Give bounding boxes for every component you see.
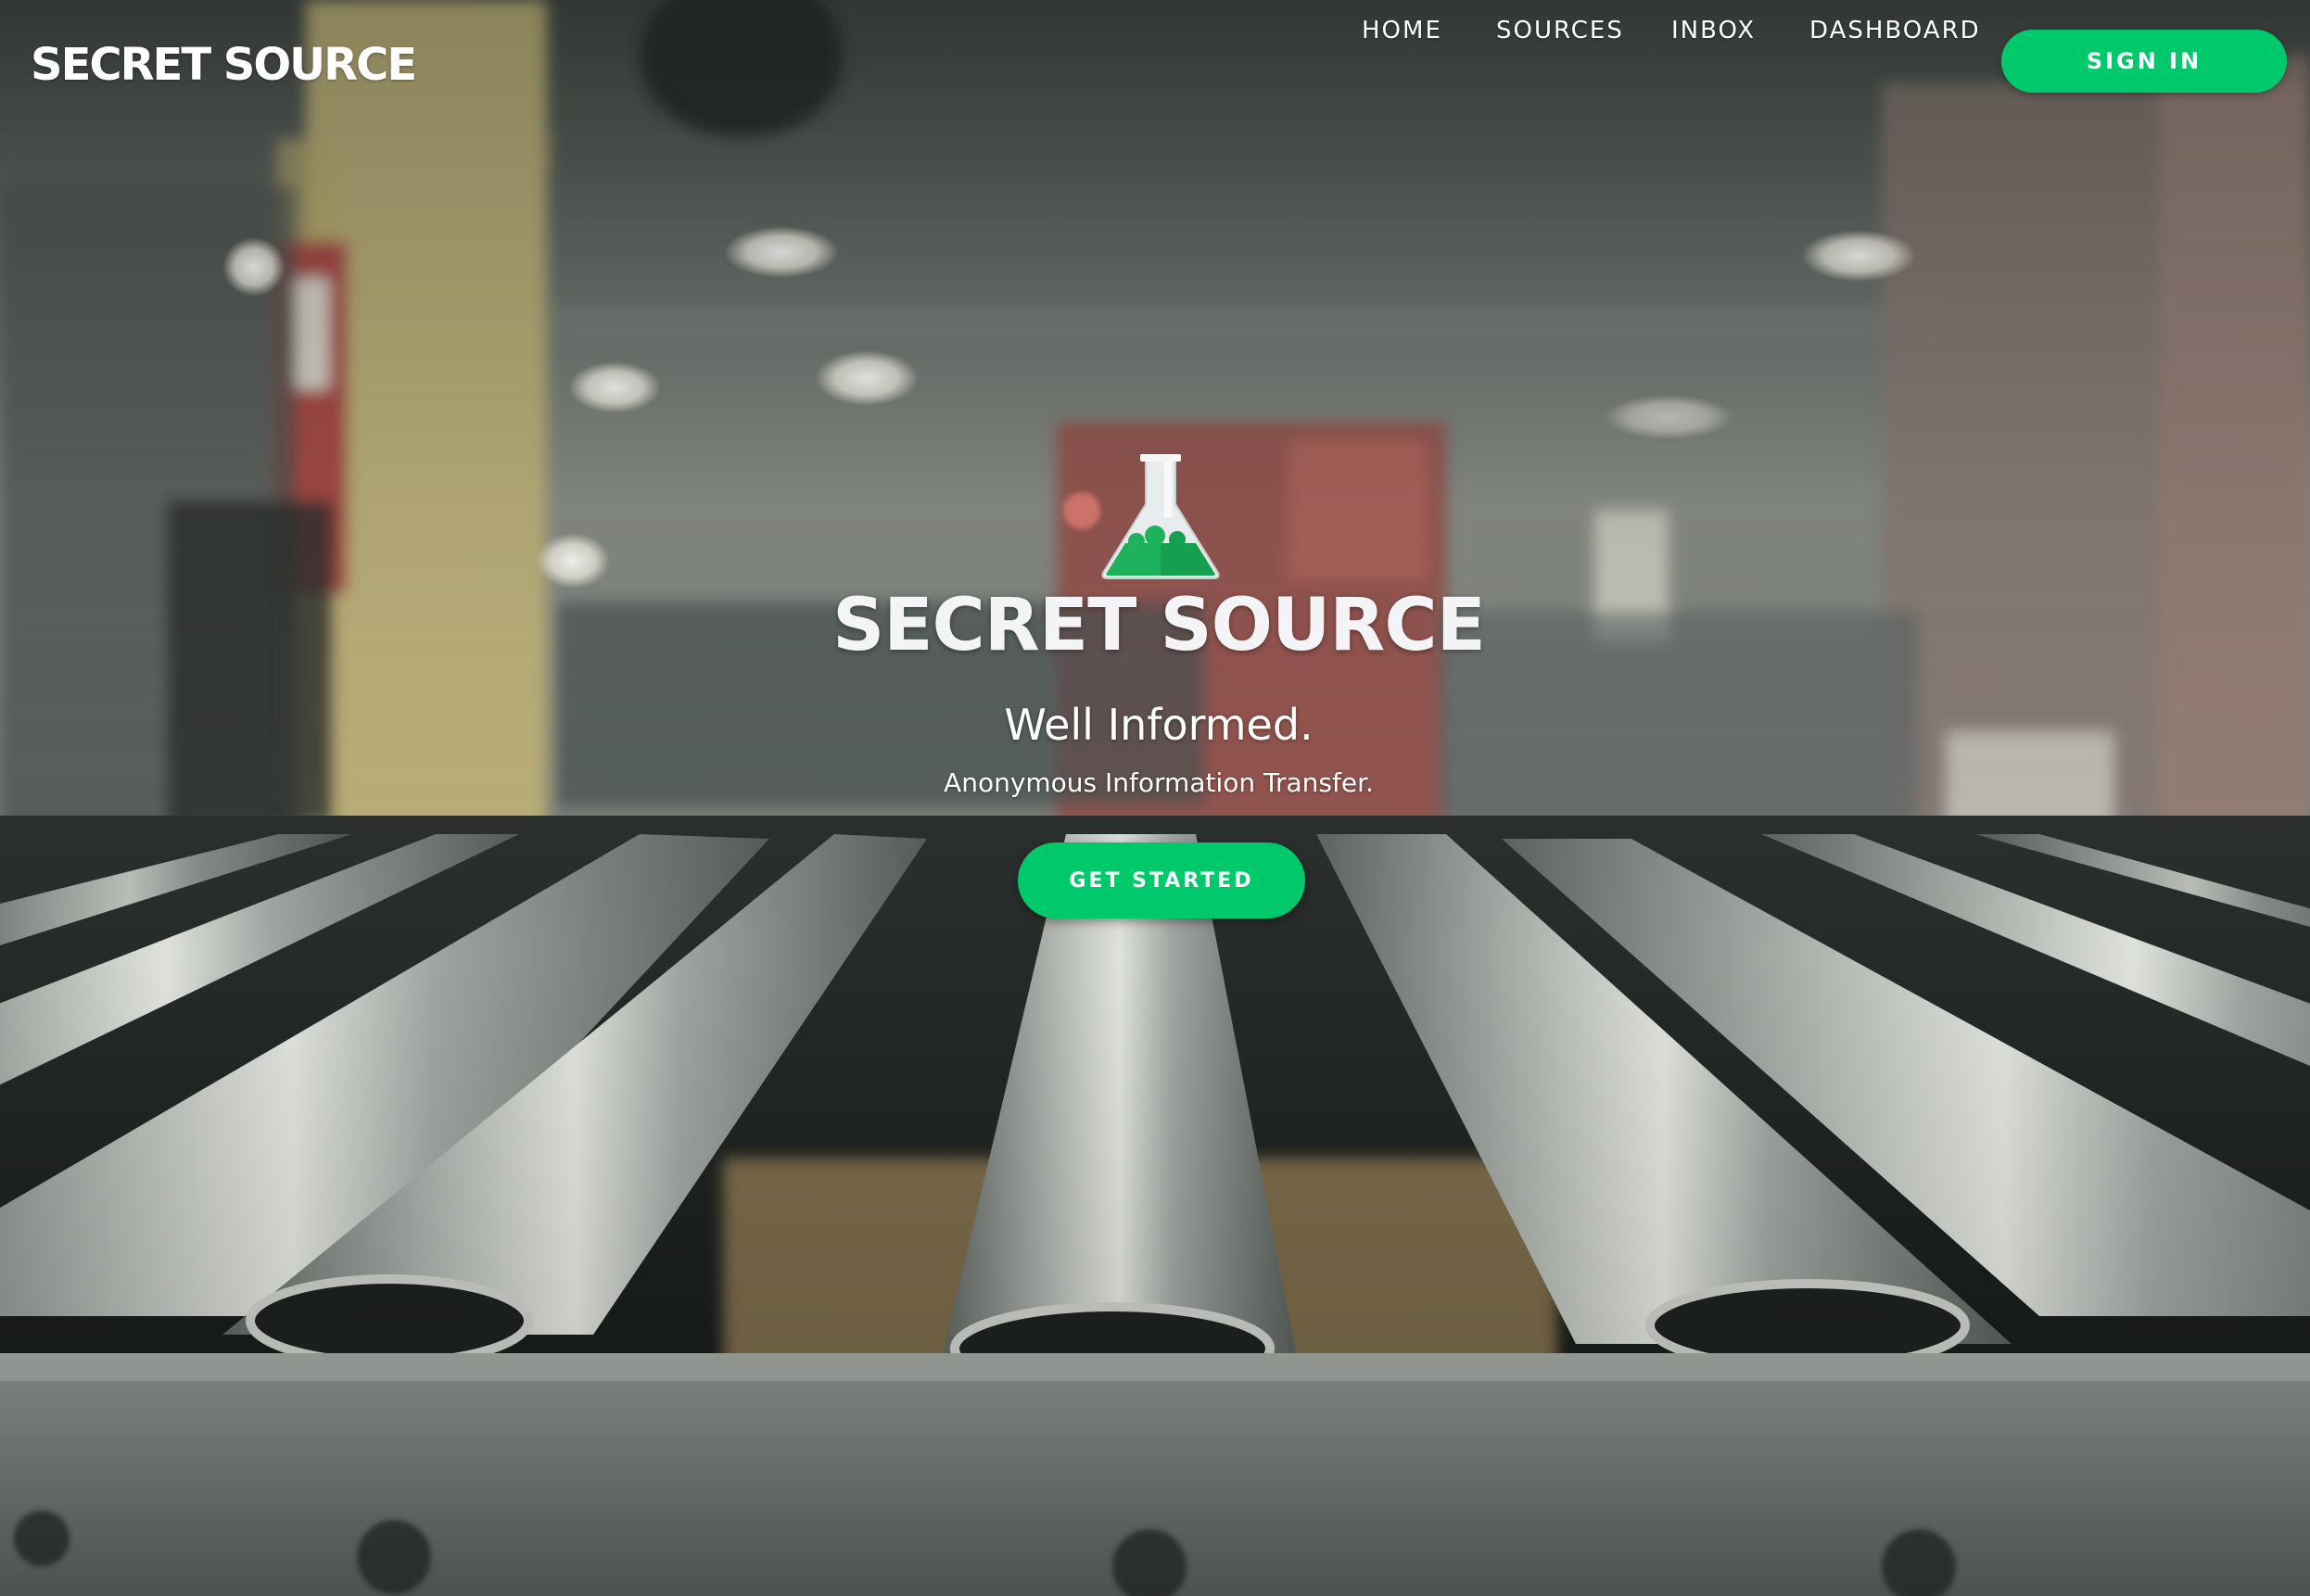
get-started-button[interactable]: GET STARTED (1018, 842, 1305, 918)
nav-link-sources[interactable]: SOURCES (1496, 17, 1624, 44)
navbar: SECRET SOURCE HOME SOURCES INBOX DASHBOA… (0, 0, 2310, 130)
landing-page: SECRET SOURCE HOME SOURCES INBOX DASHBOA… (0, 0, 2310, 1596)
sign-in-button[interactable]: SIGN IN (2001, 30, 2287, 93)
nav-link-home[interactable]: HOME (1362, 17, 1442, 44)
brand-logo-text[interactable]: SECRET SOURCE (31, 39, 417, 91)
hero-overlay (0, 0, 2310, 1596)
nav-link-dashboard[interactable]: DASHBOARD (1809, 17, 1981, 44)
nav-link-inbox[interactable]: INBOX (1671, 17, 1756, 44)
